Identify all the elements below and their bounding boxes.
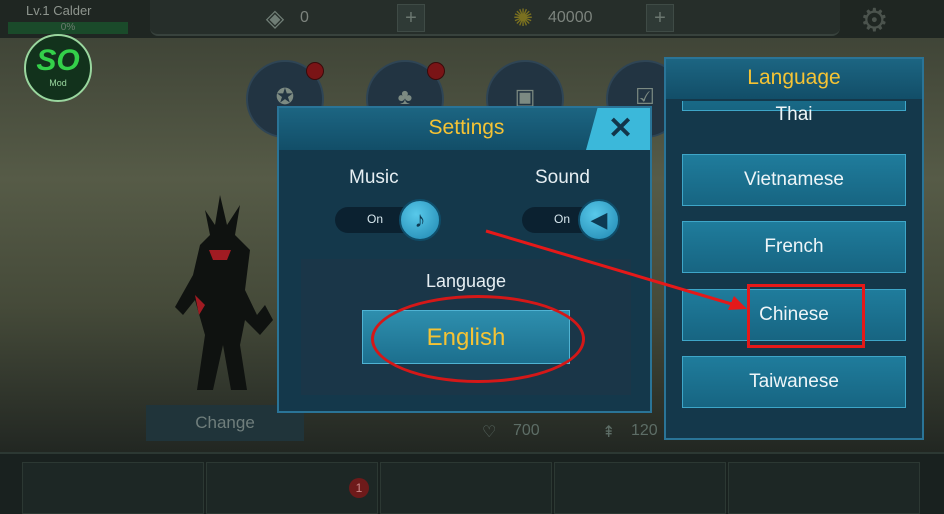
annotation-arrow [485, 229, 747, 310]
